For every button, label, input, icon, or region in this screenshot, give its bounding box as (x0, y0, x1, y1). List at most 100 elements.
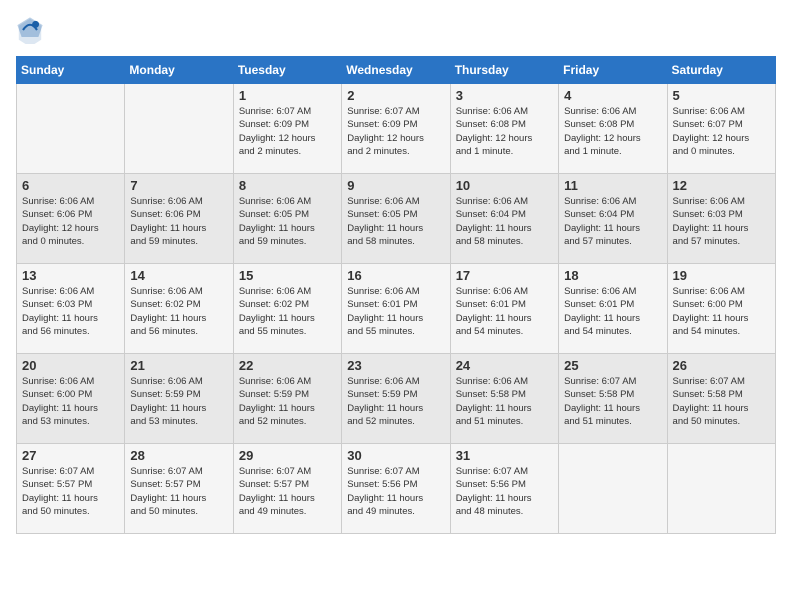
calendar-cell (17, 84, 125, 174)
calendar-cell: 11 Sunrise: 6:06 AMSunset: 6:04 PMDayligh… (559, 174, 667, 264)
column-header-sunday: Sunday (17, 57, 125, 84)
day-number: 22 (239, 358, 336, 373)
day-info: Sunrise: 6:06 AMSunset: 6:01 PMDaylight:… (456, 285, 553, 338)
calendar-cell: 8 Sunrise: 6:06 AMSunset: 6:05 PMDaylight… (233, 174, 341, 264)
day-number: 16 (347, 268, 444, 283)
calendar-cell: 26 Sunrise: 6:07 AMSunset: 5:58 PMDayligh… (667, 354, 775, 444)
day-info: Sunrise: 6:06 AMSunset: 5:59 PMDaylight:… (347, 375, 444, 428)
day-info: Sunrise: 6:07 AMSunset: 5:57 PMDaylight:… (239, 465, 336, 518)
calendar-cell: 1 Sunrise: 6:07 AMSunset: 6:09 PMDaylight… (233, 84, 341, 174)
day-number: 13 (22, 268, 119, 283)
calendar-cell: 3 Sunrise: 6:06 AMSunset: 6:08 PMDaylight… (450, 84, 558, 174)
column-header-wednesday: Wednesday (342, 57, 450, 84)
column-header-tuesday: Tuesday (233, 57, 341, 84)
day-info: Sunrise: 6:06 AMSunset: 6:02 PMDaylight:… (239, 285, 336, 338)
day-info: Sunrise: 6:07 AMSunset: 5:57 PMDaylight:… (130, 465, 227, 518)
calendar-cell: 2 Sunrise: 6:07 AMSunset: 6:09 PMDaylight… (342, 84, 450, 174)
calendar-cell: 5 Sunrise: 6:06 AMSunset: 6:07 PMDaylight… (667, 84, 775, 174)
calendar-cell: 14 Sunrise: 6:06 AMSunset: 6:02 PMDayligh… (125, 264, 233, 354)
day-info: Sunrise: 6:06 AMSunset: 6:07 PMDaylight:… (673, 105, 770, 158)
calendar-cell: 19 Sunrise: 6:06 AMSunset: 6:00 PMDayligh… (667, 264, 775, 354)
day-info: Sunrise: 6:06 AMSunset: 5:59 PMDaylight:… (130, 375, 227, 428)
calendar-cell: 17 Sunrise: 6:06 AMSunset: 6:01 PMDayligh… (450, 264, 558, 354)
day-info: Sunrise: 6:07 AMSunset: 5:57 PMDaylight:… (22, 465, 119, 518)
calendar-week-1: 1 Sunrise: 6:07 AMSunset: 6:09 PMDaylight… (17, 84, 776, 174)
day-number: 3 (456, 88, 553, 103)
logo-icon (16, 16, 44, 44)
day-number: 14 (130, 268, 227, 283)
column-header-saturday: Saturday (667, 57, 775, 84)
day-info: Sunrise: 6:07 AMSunset: 5:56 PMDaylight:… (347, 465, 444, 518)
calendar-cell: 4Sunrise: 6:06 AMSunset: 6:08 PMDaylight… (559, 84, 667, 174)
day-number: 30 (347, 448, 444, 463)
calendar-cell: 21Sunrise: 6:06 AMSunset: 5:59 PMDayligh… (125, 354, 233, 444)
calendar-week-3: 13Sunrise: 6:06 AMSunset: 6:03 PMDayligh… (17, 264, 776, 354)
calendar-cell: 27 Sunrise: 6:07 AMSunset: 5:57 PMDayligh… (17, 444, 125, 534)
column-header-monday: Monday (125, 57, 233, 84)
day-number: 10 (456, 178, 553, 193)
day-number: 7 (130, 178, 227, 193)
day-info: Sunrise: 6:07 AMSunset: 5:56 PMDaylight:… (456, 465, 553, 518)
day-info: Sunrise: 6:06 AMSunset: 6:05 PMDaylight:… (347, 195, 444, 248)
calendar-cell: 15 Sunrise: 6:06 AMSunset: 6:02 PMDayligh… (233, 264, 341, 354)
calendar-table: SundayMondayTuesdayWednesdayThursdayFrid… (16, 56, 776, 534)
day-number: 31 (456, 448, 553, 463)
calendar-cell: 30 Sunrise: 6:07 AMSunset: 5:56 PMDayligh… (342, 444, 450, 534)
logo (16, 16, 48, 44)
day-number: 15 (239, 268, 336, 283)
calendar-cell: 20 Sunrise: 6:06 AMSunset: 6:00 PMDayligh… (17, 354, 125, 444)
day-info: Sunrise: 6:06 AMSunset: 6:04 PMDaylight:… (456, 195, 553, 248)
day-number: 5 (673, 88, 770, 103)
calendar-cell: 24Sunrise: 6:06 AMSunset: 5:58 PMDayligh… (450, 354, 558, 444)
calendar-week-5: 27 Sunrise: 6:07 AMSunset: 5:57 PMDayligh… (17, 444, 776, 534)
day-number: 18 (564, 268, 661, 283)
page-header (16, 16, 776, 44)
day-info: Sunrise: 6:06 AMSunset: 6:05 PMDaylight:… (239, 195, 336, 248)
day-info: Sunrise: 6:07 AMSunset: 6:09 PMDaylight:… (239, 105, 336, 158)
day-info: Sunrise: 6:06 AMSunset: 6:01 PMDaylight:… (564, 285, 661, 338)
day-number: 20 (22, 358, 119, 373)
day-number: 8 (239, 178, 336, 193)
day-info: Sunrise: 6:06 AMSunset: 6:00 PMDaylight:… (22, 375, 119, 428)
calendar-cell: 16Sunrise: 6:06 AMSunset: 6:01 PMDayligh… (342, 264, 450, 354)
day-info: Sunrise: 6:06 AMSunset: 5:58 PMDaylight:… (456, 375, 553, 428)
day-number: 6 (22, 178, 119, 193)
calendar-cell: 23 Sunrise: 6:06 AMSunset: 5:59 PMDayligh… (342, 354, 450, 444)
calendar-cell: 22 Sunrise: 6:06 AMSunset: 5:59 PMDayligh… (233, 354, 341, 444)
calendar-cell: 9 Sunrise: 6:06 AMSunset: 6:05 PMDaylight… (342, 174, 450, 264)
day-info: Sunrise: 6:07 AMSunset: 5:58 PMDaylight:… (564, 375, 661, 428)
day-info: Sunrise: 6:06 AMSunset: 6:08 PMDaylight:… (564, 105, 661, 158)
day-number: 26 (673, 358, 770, 373)
day-info: Sunrise: 6:06 AMSunset: 5:59 PMDaylight:… (239, 375, 336, 428)
column-header-friday: Friday (559, 57, 667, 84)
day-info: Sunrise: 6:07 AMSunset: 6:09 PMDaylight:… (347, 105, 444, 158)
day-info: Sunrise: 6:06 AMSunset: 6:02 PMDaylight:… (130, 285, 227, 338)
day-info: Sunrise: 6:06 AMSunset: 6:06 PMDaylight:… (22, 195, 119, 248)
calendar-cell: 10 Sunrise: 6:06 AMSunset: 6:04 PMDayligh… (450, 174, 558, 264)
day-info: Sunrise: 6:06 AMSunset: 6:00 PMDaylight:… (673, 285, 770, 338)
day-number: 28 (130, 448, 227, 463)
day-number: 12 (673, 178, 770, 193)
calendar-cell: 12 Sunrise: 6:06 AMSunset: 6:03 PMDayligh… (667, 174, 775, 264)
calendar-cell (559, 444, 667, 534)
day-info: Sunrise: 6:06 AMSunset: 6:08 PMDaylight:… (456, 105, 553, 158)
day-info: Sunrise: 6:06 AMSunset: 6:04 PMDaylight:… (564, 195, 661, 248)
day-number: 9 (347, 178, 444, 193)
day-number: 17 (456, 268, 553, 283)
calendar-cell: 7 Sunrise: 6:06 AMSunset: 6:06 PMDaylight… (125, 174, 233, 264)
day-info: Sunrise: 6:06 AMSunset: 6:03 PMDaylight:… (673, 195, 770, 248)
calendar-cell: 6 Sunrise: 6:06 AMSunset: 6:06 PMDaylight… (17, 174, 125, 264)
calendar-cell: 25 Sunrise: 6:07 AMSunset: 5:58 PMDayligh… (559, 354, 667, 444)
day-number: 19 (673, 268, 770, 283)
day-number: 2 (347, 88, 444, 103)
day-info: Sunrise: 6:07 AMSunset: 5:58 PMDaylight:… (673, 375, 770, 428)
day-number: 1 (239, 88, 336, 103)
calendar-cell: 13Sunrise: 6:06 AMSunset: 6:03 PMDayligh… (17, 264, 125, 354)
day-number: 27 (22, 448, 119, 463)
calendar-week-4: 20 Sunrise: 6:06 AMSunset: 6:00 PMDayligh… (17, 354, 776, 444)
day-number: 25 (564, 358, 661, 373)
day-number: 11 (564, 178, 661, 193)
day-info: Sunrise: 6:06 AMSunset: 6:06 PMDaylight:… (130, 195, 227, 248)
calendar-cell: 29Sunrise: 6:07 AMSunset: 5:57 PMDayligh… (233, 444, 341, 534)
day-number: 23 (347, 358, 444, 373)
